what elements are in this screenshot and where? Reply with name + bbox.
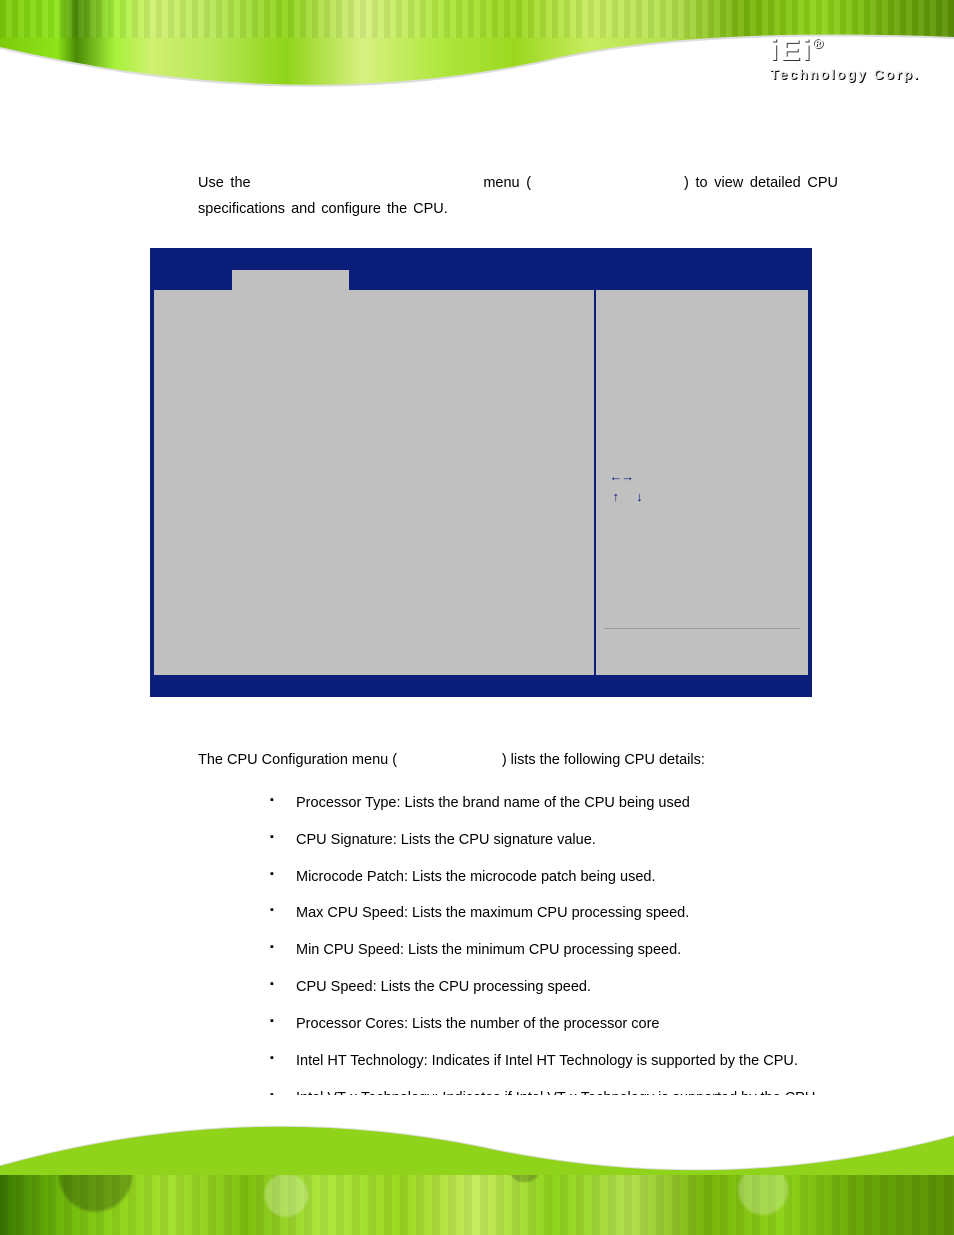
list-item: Microcode Patch: Lists the microcode pat… <box>270 864 838 891</box>
arrow-leftright-icon: ←→ <box>612 468 647 488</box>
list-item: CPU Speed: Lists the CPU processing spee… <box>270 974 838 1001</box>
details-lead-prefix: The CPU Configuration menu ( <box>198 752 397 768</box>
details-list: Processor Type: Lists the brand name of … <box>198 790 838 1111</box>
bios-tab <box>154 270 232 290</box>
arrow-updown-icon: ↑ ↓ <box>612 488 647 508</box>
bios-tab <box>514 270 599 290</box>
bios-help-divider <box>604 628 800 629</box>
bios-tab-active <box>232 270 350 290</box>
list-item: Max CPU Speed: Lists the maximum CPU pro… <box>270 900 838 927</box>
details-block: The CPU Configuration menu ( ) lists the… <box>198 752 838 1121</box>
intro-paragraph: Use the menu ( ) to view detailed CPU sp… <box>198 170 838 222</box>
bios-footer-bar <box>154 675 808 693</box>
details-lead: The CPU Configuration menu ( ) lists the… <box>198 752 838 768</box>
details-lead-suffix: ) lists the following CPU details: <box>502 752 705 768</box>
brand-name: iEi <box>770 34 813 67</box>
bottom-banner-curve <box>0 1095 954 1175</box>
bios-main-pane <box>154 290 596 675</box>
intro-prefix: Use the <box>198 175 251 191</box>
brand-logo-text: iEi® <box>770 36 920 66</box>
list-item: Processor Type: Lists the brand name of … <box>270 790 838 817</box>
bios-tab-row <box>154 270 808 290</box>
bios-help-pane: ←→ ↑ ↓ <box>596 290 808 675</box>
brand-badge: iEi® Technology Corp. <box>770 36 920 82</box>
bios-screenshot-panel: ←→ ↑ ↓ <box>150 248 812 697</box>
brand-tagline: Technology Corp. <box>770 66 920 82</box>
intro-block: Use the menu ( ) to view detailed CPU sp… <box>198 170 838 222</box>
registered-mark: ® <box>813 35 825 51</box>
bios-nav-arrows: ←→ ↑ ↓ <box>612 468 647 507</box>
list-item: Processor Cores: Lists the number of the… <box>270 1011 838 1038</box>
bios-tab <box>350 270 514 290</box>
list-item: CPU Signature: Lists the CPU signature v… <box>270 827 838 854</box>
bios-tab <box>599 270 808 290</box>
list-item: Min CPU Speed: Lists the minimum CPU pro… <box>270 937 838 964</box>
bios-title-bar <box>154 252 808 270</box>
list-item: Intel HT Technology: Indicates if Intel … <box>270 1048 838 1075</box>
intro-mid: menu ( <box>483 175 531 191</box>
